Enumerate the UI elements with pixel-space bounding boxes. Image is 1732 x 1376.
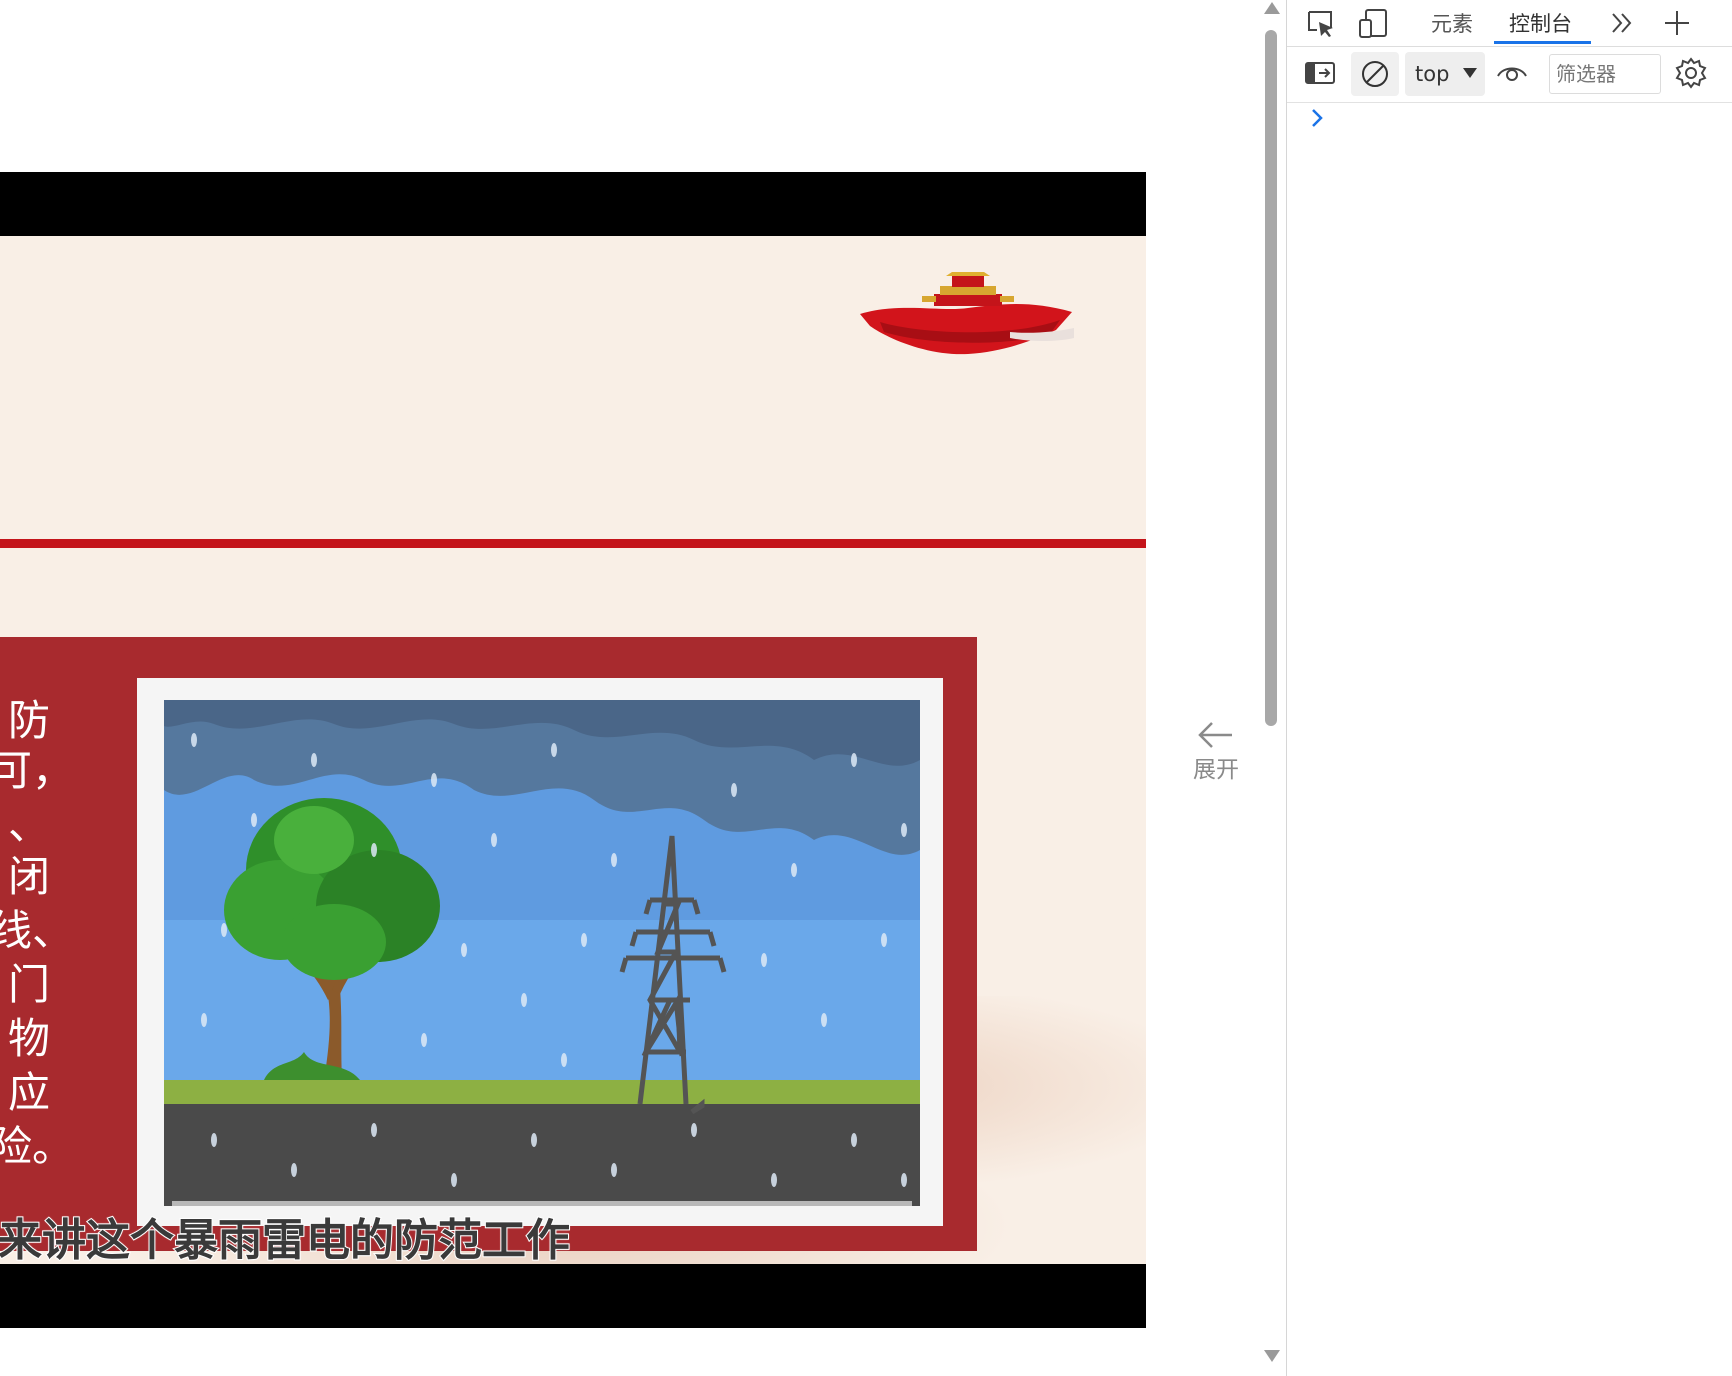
chevron-down-icon <box>1463 68 1477 78</box>
video-player[interactable]: 防 可， 、 闭 线、 门 物 应 险。 <box>0 172 1146 1328</box>
text-fragment: 门 <box>7 960 50 1009</box>
header-divider <box>0 539 1146 548</box>
sidebar-toggle-icon[interactable] <box>1303 56 1337 90</box>
expand-label: 展开 <box>1193 757 1239 783</box>
content-panel: 防 可， 、 闭 线、 门 物 应 险。 <box>0 637 977 1251</box>
more-tabs-icon[interactable] <box>1605 6 1639 40</box>
tab-console[interactable]: 控制台 <box>1509 8 1572 38</box>
devtools-tab-bar: 元素 控制台 <box>1287 0 1732 47</box>
text-fragment: 线、 <box>0 906 60 955</box>
scroll-down-arrow[interactable] <box>1264 1350 1280 1362</box>
text-fragment: 应 <box>7 1068 50 1117</box>
filter-input[interactable] <box>1549 54 1661 94</box>
add-tab-icon[interactable] <box>1660 6 1694 40</box>
active-tab-indicator <box>1494 41 1591 44</box>
context-value: top <box>1415 62 1450 86</box>
illustration-frame <box>137 678 943 1226</box>
video-slide: 防 可， 、 闭 线、 门 物 应 险。 <box>0 236 1146 1264</box>
slide-body-text: 防 可， 、 闭 线、 门 物 应 险。 <box>0 637 60 1251</box>
context-selector[interactable]: top <box>1405 52 1485 96</box>
clear-console-icon <box>1362 61 1388 87</box>
clear-console-button[interactable] <box>1351 52 1399 96</box>
tab-elements[interactable]: 元素 <box>1431 8 1473 38</box>
scroll-thumb[interactable] <box>1265 30 1277 726</box>
expand-panel-button[interactable]: 展开 <box>1180 720 1252 784</box>
arrow-left-icon <box>1198 722 1232 748</box>
text-fragment: 险。 <box>0 1122 60 1171</box>
web-page: 防 可， 、 闭 线、 门 物 应 险。 <box>0 0 1260 1376</box>
console-toolbar: top <box>1287 48 1732 103</box>
tiananmen-emblem <box>860 272 1074 355</box>
text-fragment: 防 <box>7 696 50 745</box>
inspect-icon[interactable] <box>1303 6 1337 40</box>
text-fragment: 可， <box>0 746 60 795</box>
video-subtitle: 来讲这个暴雨雷电的防范工作 <box>0 1214 571 1264</box>
prompt-chevron-icon[interactable] <box>1307 106 1327 130</box>
text-fragment: 、 <box>7 800 50 849</box>
storm-illustration <box>164 700 920 1206</box>
text-fragment: 闭 <box>7 852 50 901</box>
eye-icon[interactable] <box>1495 56 1529 90</box>
device-toolbar-icon[interactable] <box>1357 6 1391 40</box>
text-fragment: 物 <box>7 1014 50 1063</box>
devtools-panel: 元素 控制台 top <box>1286 0 1732 1376</box>
gear-icon[interactable] <box>1674 56 1708 90</box>
scroll-up-arrow[interactable] <box>1264 2 1280 14</box>
page-scrollbar[interactable] <box>1262 0 1280 1376</box>
